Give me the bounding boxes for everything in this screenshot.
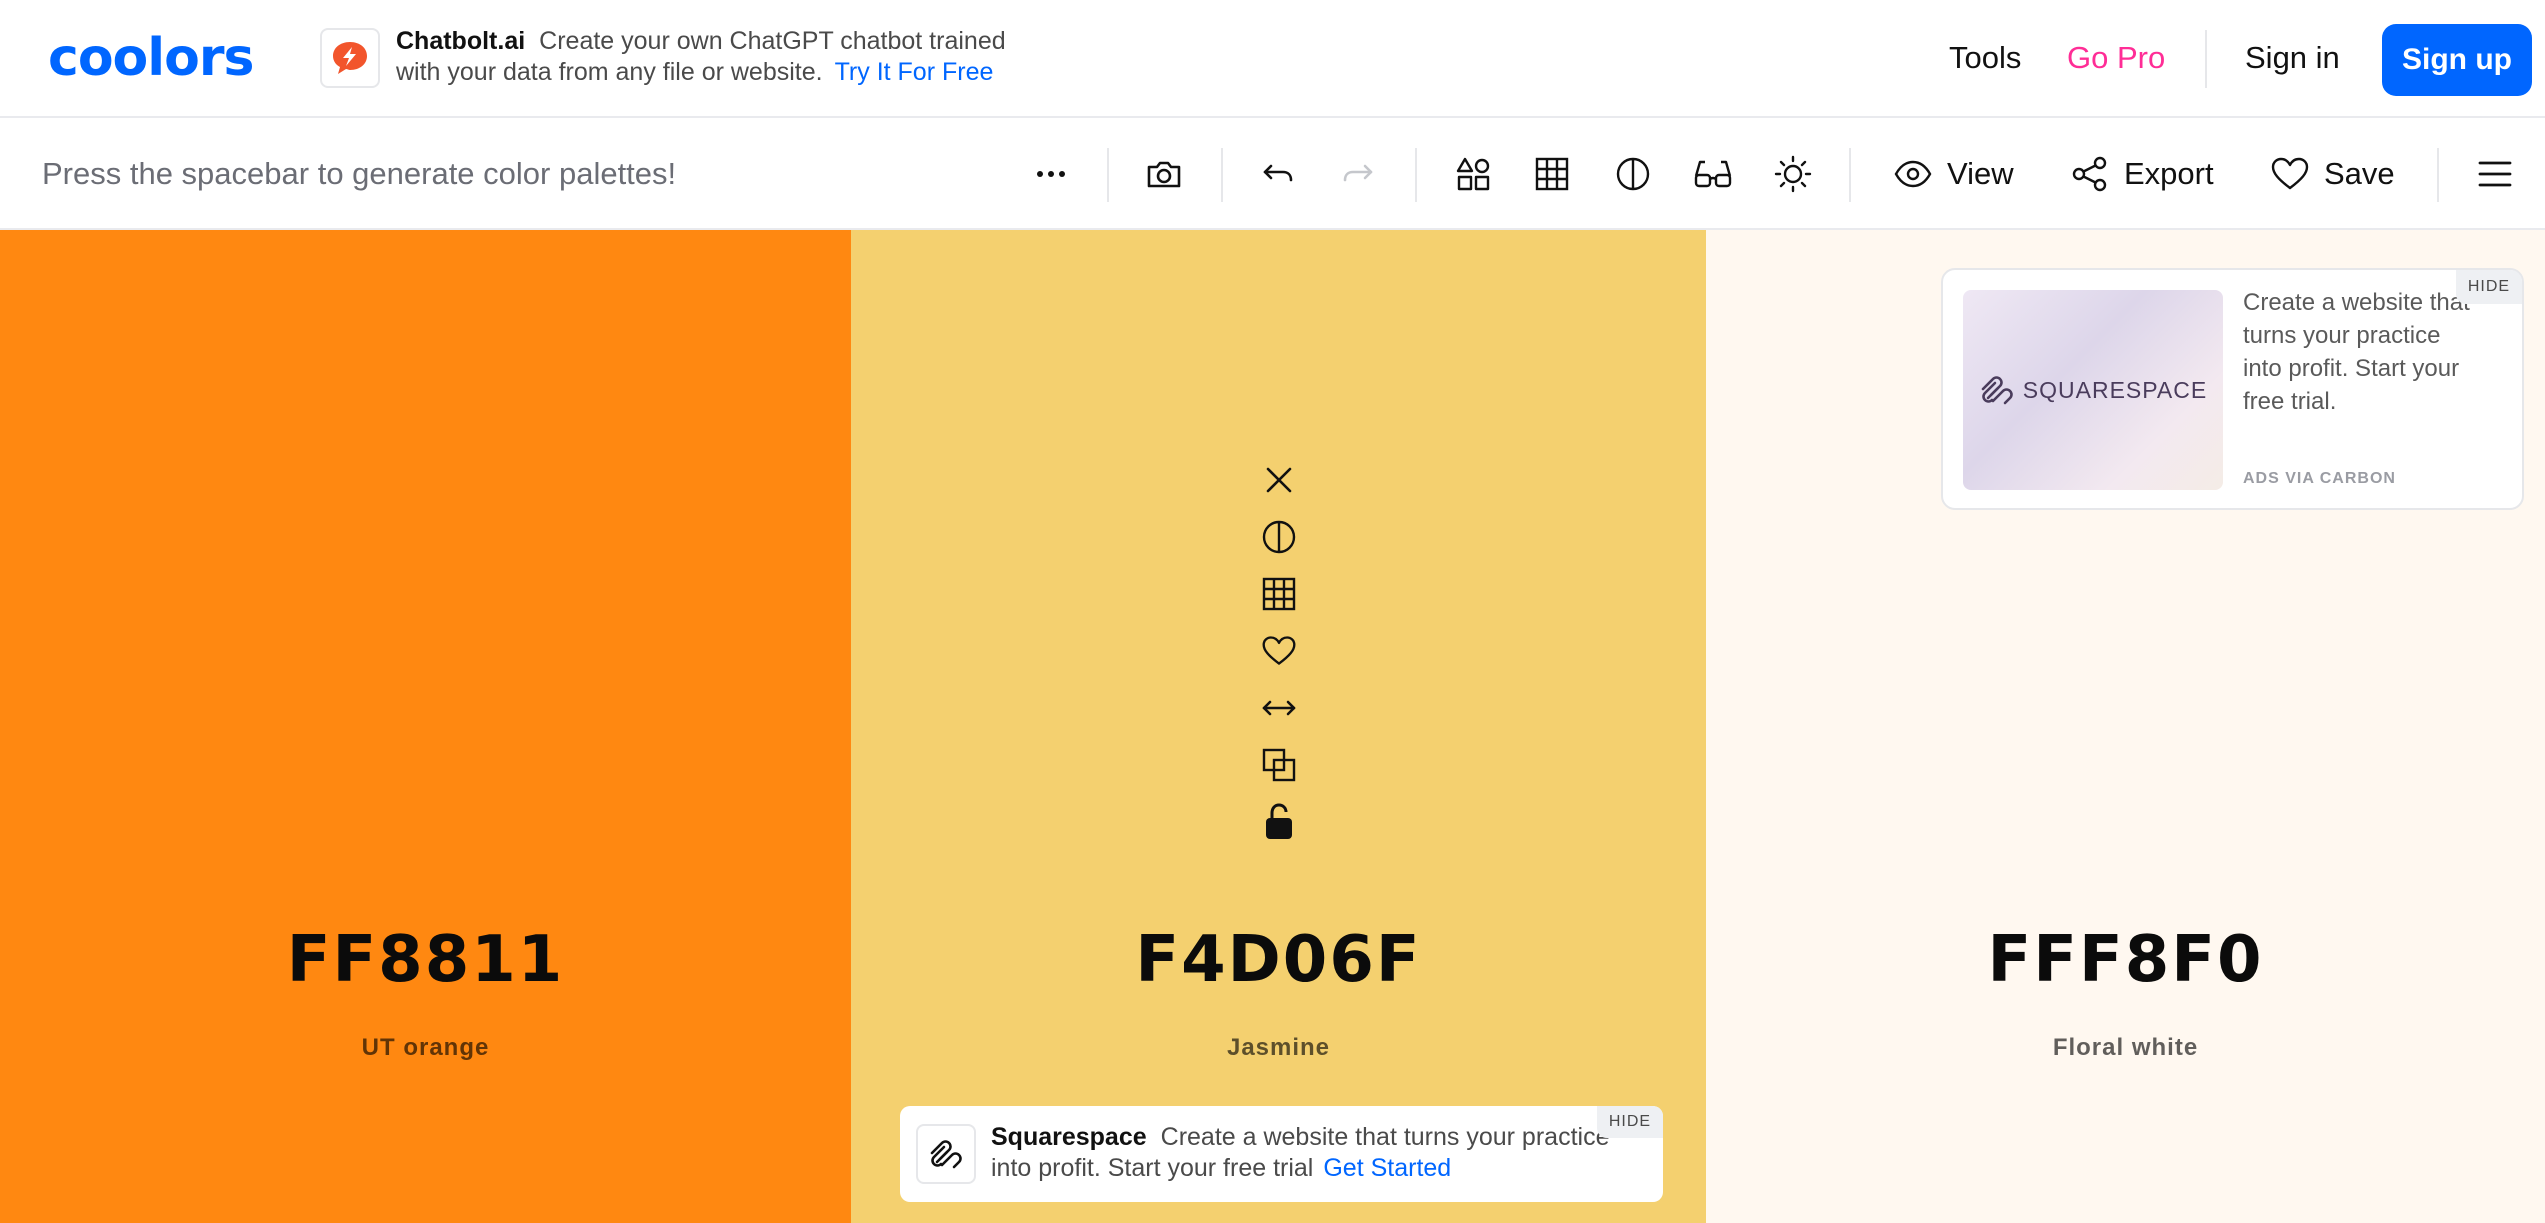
shapes-icon[interactable] [1449,150,1497,198]
contrast-icon[interactable] [1255,513,1303,561]
close-icon[interactable] [1255,456,1303,504]
color-name[interactable]: Jasmine [851,1033,1706,1063]
toolbar-separator [2437,148,2439,202]
squarespace-ad-image[interactable]: SQUARESPACE [1963,290,2223,490]
nav-divider [2205,30,2207,88]
coolors-logo[interactable]: coolors [48,30,254,86]
bottom-sponsored-ad[interactable]: Squarespace Create a website that turns y… [900,1106,1663,1202]
save-label: Save [2324,156,2395,191]
share-icon [2072,156,2107,192]
top-ad-line2: with your data from any file or website. [396,58,823,86]
bottom-ad-copy: Squarespace Create a website that turns y… [991,1122,1611,1184]
copy-icon[interactable] [1255,741,1303,789]
grid-icon[interactable] [1528,150,1576,198]
hide-ad-button[interactable]: HIDE [1597,1106,1663,1138]
go-pro-link[interactable]: Go Pro [2067,40,2165,76]
save-button[interactable]: Save [2270,146,2395,202]
grid-icon[interactable] [1255,570,1303,618]
export-label: Export [2124,156,2214,191]
top-navigation: coolors Chatbolt.ai Create your own ChatG… [0,0,2545,118]
generator-toolbar: Press the spacebar to generate color pal… [0,118,2545,230]
contrast-icon[interactable] [1609,150,1657,198]
top-ad-brand: Chatbolt.ai [396,27,526,55]
sign-in-link[interactable]: Sign in [2245,40,2340,76]
brightness-icon[interactable] [1769,150,1817,198]
carbon-ad-copy[interactable]: Create a website that turns your practic… [2243,286,2483,418]
color-hex-code[interactable]: FFF8F0 [1706,920,2545,1000]
heart-icon [2271,157,2309,190]
hide-ad-button[interactable]: HIDE [2456,270,2522,304]
ads-via-carbon-label[interactable]: ADS VIA CARBON [2243,470,2396,488]
color-name[interactable]: Floral white [1706,1033,2545,1063]
squarespace-logo-icon [916,1124,976,1184]
top-ad-copy: Chatbolt.ai Create your own ChatGPT chatb… [396,26,1006,88]
more-icon[interactable] [1027,150,1075,198]
color-column[interactable]: F4D06F Jasmine [851,230,1706,1223]
color-column[interactable]: SQUARESPACE Create a website that turns … [1706,230,2545,1223]
carbon-ad[interactable]: SQUARESPACE Create a website that turns … [1941,268,2524,510]
color-hex-code[interactable]: F4D06F [851,920,1706,1000]
sign-up-button[interactable]: Sign up [2382,24,2532,96]
toolbar-separator [1107,148,1109,202]
view-label: View [1947,156,2014,191]
carbon-ad-image-text: SQUARESPACE [2022,376,2208,403]
toolbar-separator [1221,148,1223,202]
view-button[interactable]: View [1893,146,2014,202]
tools-menu-link[interactable]: Tools [1949,40,2021,76]
toolbar-separator [1849,148,1851,202]
bottom-ad-cta-link[interactable]: Get Started [1323,1154,1451,1182]
top-sponsored-ad[interactable]: Chatbolt.ai Create your own ChatGPT chatb… [320,26,1060,90]
bottom-ad-brand: Squarespace [991,1123,1147,1151]
export-button[interactable]: Export [2070,146,2214,202]
color-hex-code[interactable]: FF8811 [0,920,851,1000]
palette-area: FF8811 UT orange F4D06F Jasmine SQUARESP… [0,230,2545,1223]
color-column[interactable]: FF8811 UT orange [0,230,851,1223]
glasses-icon[interactable] [1689,150,1737,198]
toolbar-hint: Press the spacebar to generate color pal… [42,156,677,191]
toolbar-separator [1415,148,1417,202]
top-ad-cta-link[interactable]: Try It For Free [835,58,994,86]
heart-icon[interactable] [1255,627,1303,675]
color-name[interactable]: UT orange [0,1033,851,1063]
menu-icon[interactable] [2471,150,2519,198]
top-ad-line1: Create your own ChatGPT chatbot trained [539,27,1006,55]
chatbolt-logo-icon [320,28,380,88]
camera-icon[interactable] [1140,150,1188,198]
drag-horizontal-icon[interactable] [1255,684,1303,732]
squarespace-logo-icon [1981,376,2013,405]
lock-open-icon[interactable] [1255,798,1303,846]
eye-icon [1894,160,1932,188]
redo-icon[interactable] [1334,150,1382,198]
undo-icon[interactable] [1254,150,1302,198]
